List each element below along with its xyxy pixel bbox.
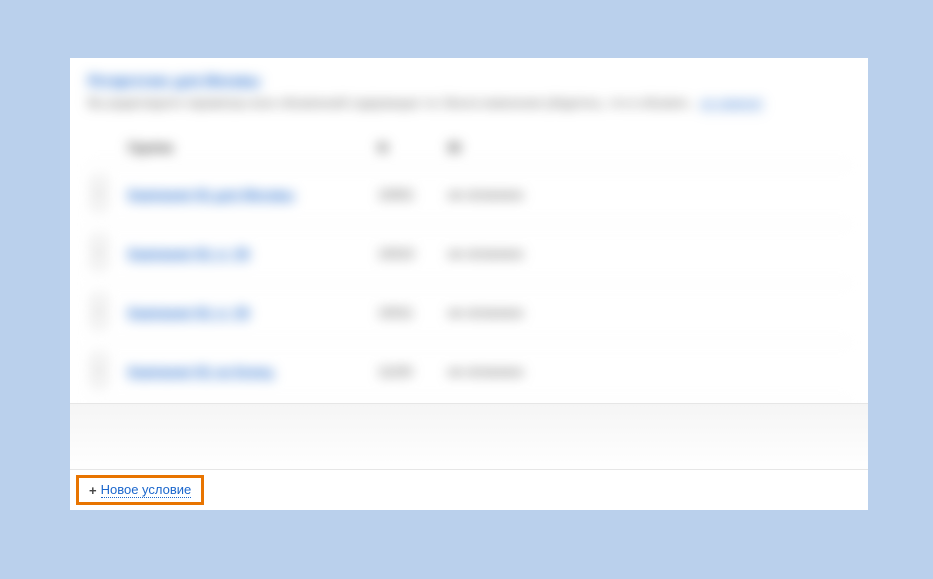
row-status: не оплачено bbox=[444, 224, 850, 283]
col-status: ID bbox=[444, 130, 850, 166]
checkbox-icon[interactable] bbox=[92, 296, 106, 310]
checkbox-icon[interactable] bbox=[92, 254, 106, 268]
table-row: Кампания N1 ст. 50 10011 не оплачено bbox=[88, 283, 850, 342]
page-description-link[interactable]: не изменит bbox=[701, 96, 764, 111]
checkbox-icon[interactable] bbox=[92, 313, 106, 327]
row-status: не оплачено bbox=[444, 283, 850, 342]
checkbox-icon[interactable] bbox=[92, 195, 106, 209]
row-link[interactable]: Кампания N1 на Конец bbox=[128, 364, 273, 380]
footer-bar: + Новое условие bbox=[70, 469, 868, 510]
row-number: 10011 bbox=[374, 283, 444, 342]
page-description-text: Вы редактируете параметры всех объявлени… bbox=[88, 96, 697, 110]
row-number: 10010 bbox=[374, 224, 444, 283]
page-title-link[interactable]: Ретаргетинг для Москвы bbox=[88, 72, 850, 95]
row-status: не оплачено bbox=[444, 342, 850, 401]
row-link[interactable]: Кампания N1 для Москвы bbox=[128, 187, 294, 203]
plus-icon: + bbox=[89, 483, 97, 498]
page-description: Вы редактируете параметры всех объявлени… bbox=[88, 95, 850, 112]
col-number: N bbox=[374, 130, 444, 166]
checkbox-icon[interactable] bbox=[92, 355, 106, 369]
table-row: Кампания N1 ст. 50 10010 не оплачено bbox=[88, 224, 850, 283]
table-row: Кампания N1 для Москвы 10001 не оплачено bbox=[88, 165, 850, 224]
page-title-text: Ретаргетинг для Москвы bbox=[88, 72, 260, 89]
table-header-row: Группа N ID bbox=[88, 130, 850, 166]
new-condition-label: Новое условие bbox=[101, 482, 192, 498]
checkbox-icon[interactable] bbox=[92, 237, 106, 251]
content-panel: Ретаргетинг для Москвы Вы редактируете п… bbox=[70, 58, 868, 510]
checkbox-icon[interactable] bbox=[92, 372, 106, 386]
row-number: 11150 bbox=[374, 342, 444, 401]
row-link[interactable]: Кампания N1 ст. 50 bbox=[128, 305, 249, 321]
gradient-strip bbox=[70, 403, 868, 472]
checkbox-icon[interactable] bbox=[92, 178, 106, 192]
row-link[interactable]: Кампания N1 ст. 50 bbox=[128, 246, 249, 262]
table-row: Кампания N1 на Конец 11150 не оплачено bbox=[88, 342, 850, 401]
col-name: Группа bbox=[124, 130, 374, 166]
new-condition-button[interactable]: + Новое условие bbox=[76, 475, 204, 505]
row-number: 10001 bbox=[374, 165, 444, 224]
row-status: не оплачено bbox=[444, 165, 850, 224]
